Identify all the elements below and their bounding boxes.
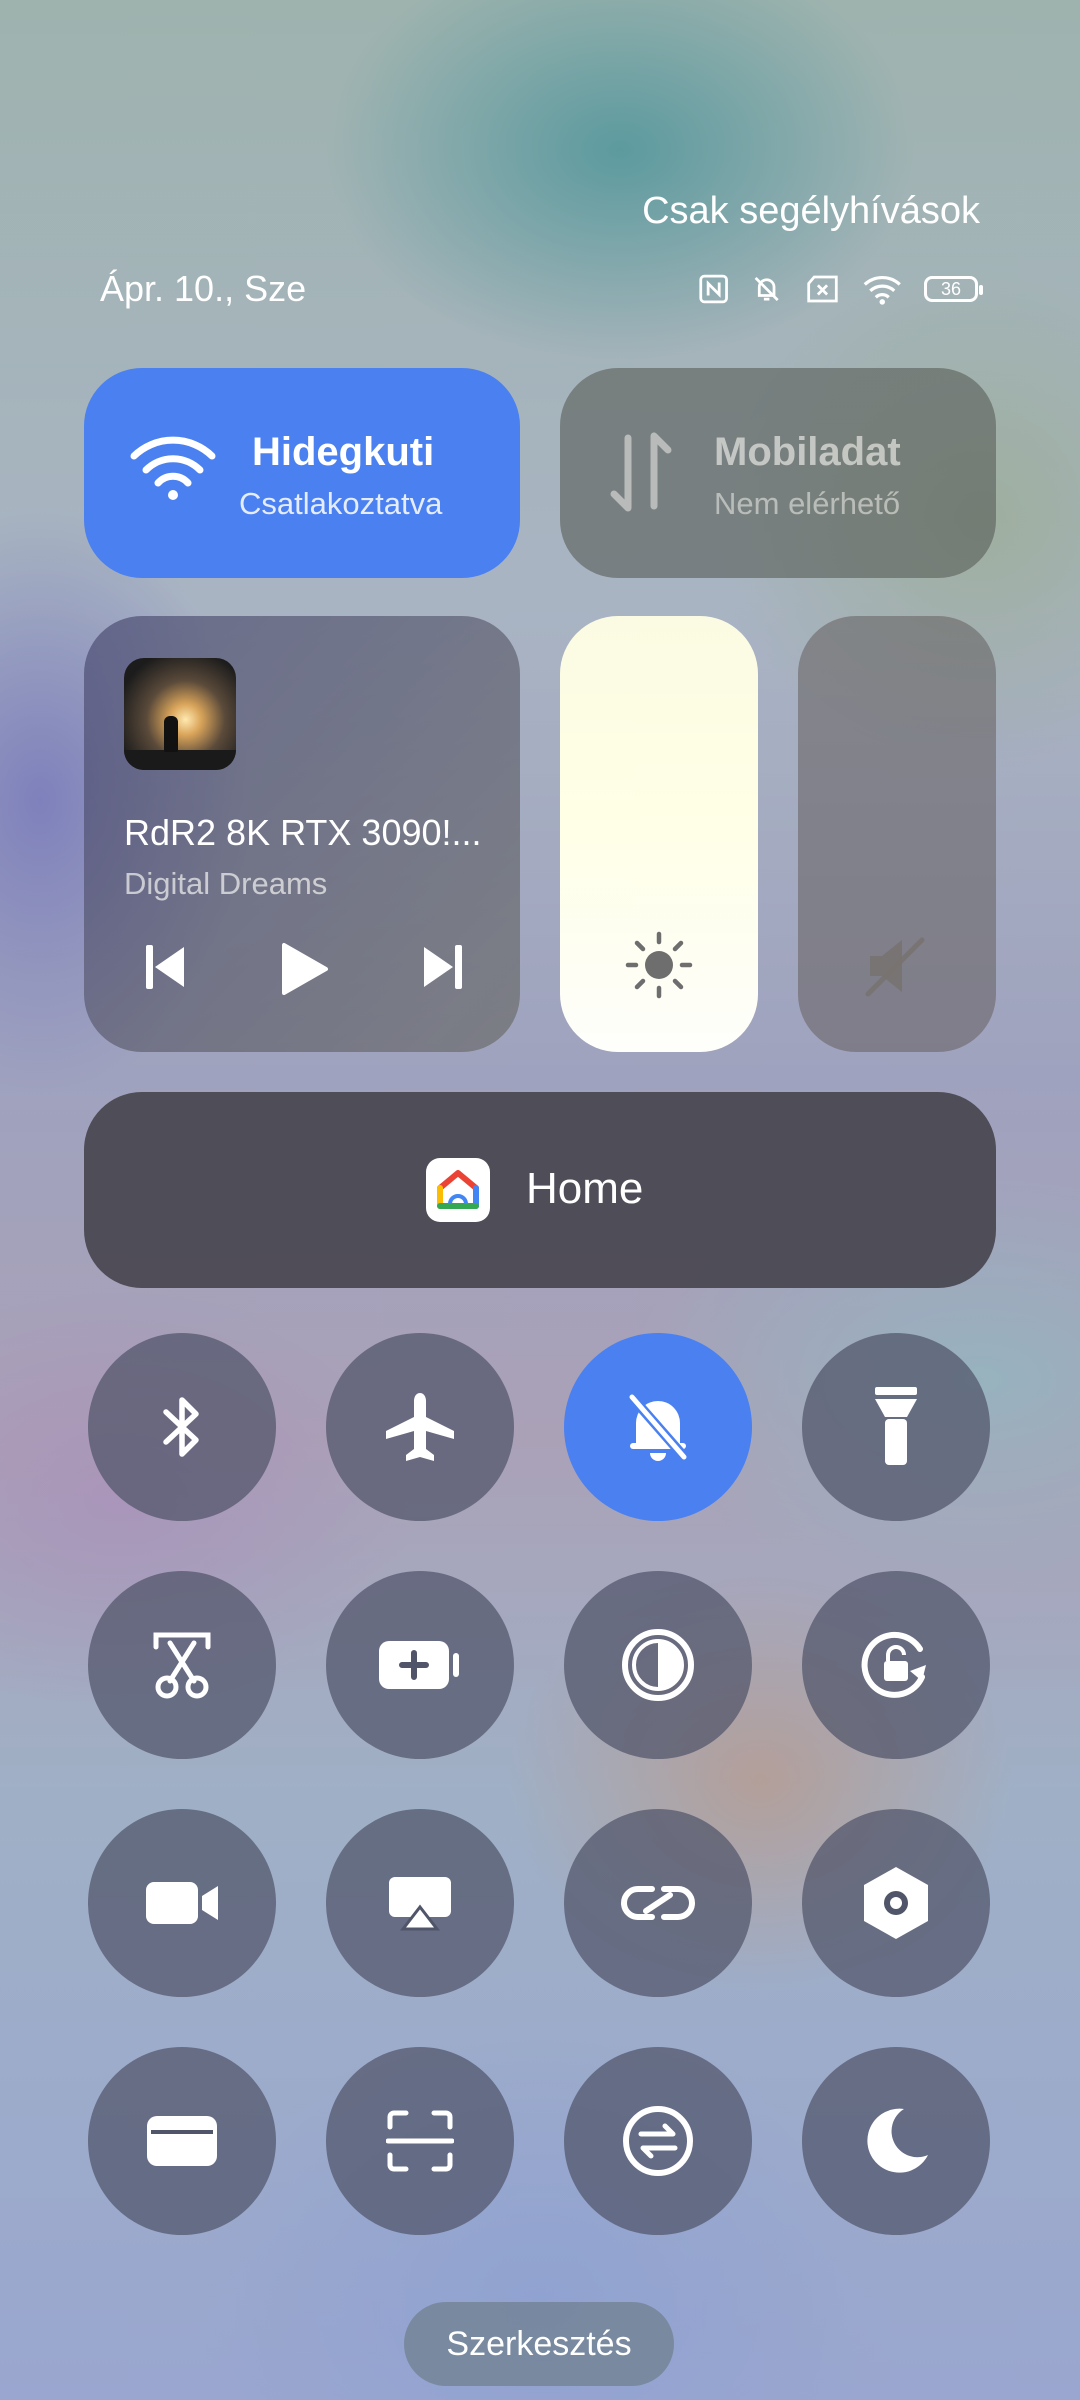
screen-recorder-toggle[interactable]	[88, 1809, 276, 1997]
mobile-data-icon	[610, 432, 672, 512]
mobile-data-tile[interactable]: Mobiladat Nem elérhető	[560, 368, 996, 578]
media-player[interactable]: RdR2 8K RTX 3090!... Digital Dreams	[84, 616, 520, 1052]
status-icons: 36	[698, 268, 983, 310]
flashlight-toggle[interactable]	[802, 1333, 990, 1521]
edit-button-label: Szerkesztés	[446, 2324, 632, 2363]
video-camera-icon	[146, 1882, 218, 1924]
emergency-calls-only: Csak segélyhívások	[642, 190, 980, 232]
wifi-icon	[863, 275, 901, 305]
album-art	[124, 658, 236, 770]
brightness-slider[interactable]	[560, 616, 758, 1052]
flashlight-icon	[875, 1387, 917, 1465]
speaker-muted-icon	[865, 937, 925, 997]
wallet-toggle[interactable]	[88, 2047, 276, 2235]
settings-toggle[interactable]	[802, 1809, 990, 1997]
date-label: Ápr. 10., Sze	[100, 268, 307, 309]
do-not-disturb-toggle[interactable]	[802, 2047, 990, 2235]
hexagon-settings-icon	[864, 1867, 928, 1939]
media-title: RdR2 8K RTX 3090!...	[124, 812, 482, 853]
mobile-data-title: Mobiladat	[714, 430, 901, 474]
sync-icon	[623, 2106, 693, 2176]
no-sim-icon	[806, 275, 838, 303]
play-icon[interactable]	[276, 941, 332, 997]
sun-icon	[625, 931, 693, 999]
link-icon	[621, 1886, 695, 1920]
screen-cast-icon	[389, 1877, 451, 1931]
sync-toggle[interactable]	[564, 2047, 752, 2235]
media-artist: Digital Dreams	[124, 866, 328, 901]
home-tile[interactable]: Home	[84, 1092, 996, 1288]
contrast-icon	[622, 1629, 694, 1701]
link-toggle[interactable]	[564, 1809, 752, 1997]
bell-off-icon	[626, 1391, 690, 1463]
battery-plus-icon	[379, 1641, 459, 1689]
scan-frame-icon	[386, 2110, 454, 2172]
nfc-icon	[699, 274, 728, 304]
wifi-tile[interactable]: Hidegkuti Csatlakoztatva	[84, 368, 520, 578]
wifi-status: Csatlakoztatva	[239, 486, 443, 521]
google-home-icon	[426, 1158, 490, 1222]
rotation-lock-toggle[interactable]	[802, 1571, 990, 1759]
bluetooth-toggle[interactable]	[88, 1333, 276, 1521]
screenshot-scissors-icon	[153, 1632, 211, 1699]
bell-off-icon	[754, 276, 779, 302]
mobile-data-status: Nem elérhető	[714, 486, 901, 521]
bluetooth-icon	[163, 1397, 199, 1457]
moon-icon	[867, 2108, 928, 2173]
dark-mode-toggle[interactable]	[564, 1571, 752, 1759]
screenshot-toggle[interactable]	[88, 1571, 276, 1759]
wallet-card-icon	[147, 2116, 217, 2166]
home-label: Home	[526, 1164, 644, 1213]
wifi-icon	[130, 436, 216, 500]
edit-button[interactable]: Szerkesztés	[404, 2302, 674, 2386]
airplane-mode-toggle[interactable]	[326, 1333, 514, 1521]
next-icon[interactable]	[418, 941, 466, 993]
wifi-network-name: Hidegkuti	[252, 430, 435, 474]
battery-level: 36	[941, 278, 962, 299]
previous-icon[interactable]	[142, 941, 190, 993]
airplane-icon	[386, 1393, 454, 1461]
battery-icon: 36	[924, 276, 983, 302]
rotation-lock-icon	[861, 1631, 926, 1698]
volume-slider[interactable]	[798, 616, 996, 1052]
cast-toggle[interactable]	[326, 1809, 514, 1997]
silent-mode-toggle[interactable]	[564, 1333, 752, 1521]
battery-saver-toggle[interactable]	[326, 1571, 514, 1759]
scanner-toggle[interactable]	[326, 2047, 514, 2235]
